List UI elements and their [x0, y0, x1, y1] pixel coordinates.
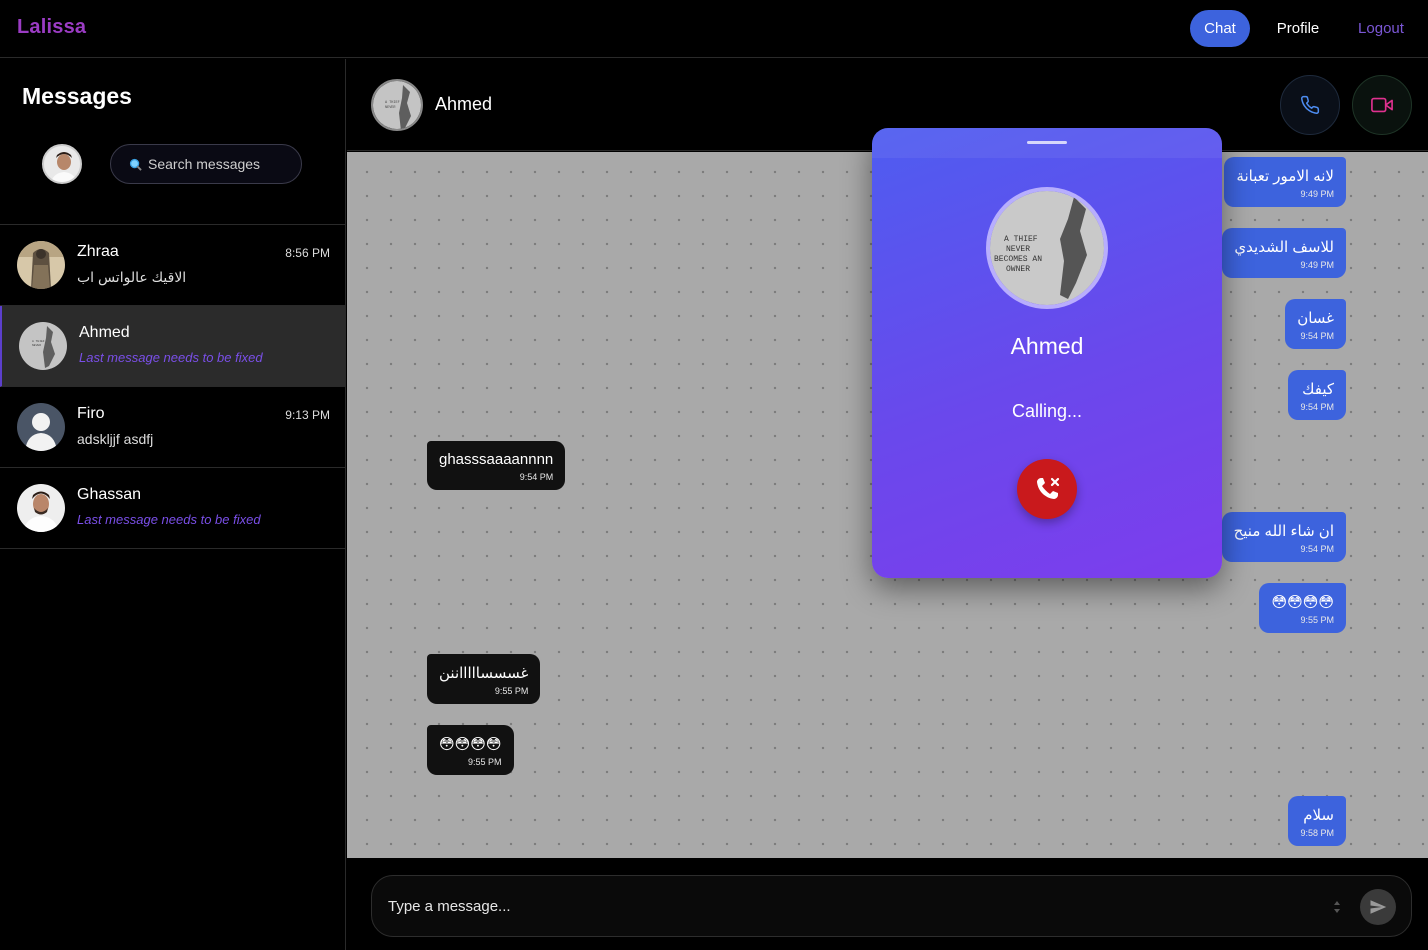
message-bubble-incoming: 😳😳😳😳 9:55 PM [427, 725, 514, 775]
svg-text:NEVER: NEVER [385, 106, 396, 110]
message-time: 9:54 PM [519, 472, 554, 482]
avatar-caption: A THIEF [1004, 235, 1038, 244]
sidebar: Messages Zhraa 8:56 PM الاقيك عال [0, 59, 346, 950]
message-text: غسان [1297, 310, 1334, 327]
nav-profile-link[interactable]: Profile [1270, 10, 1326, 47]
video-call-button[interactable] [1352, 75, 1412, 135]
message-time: 9:55 PM [468, 757, 502, 767]
contact-avatar: A THIEF NEVER [19, 322, 67, 370]
message-text: 😳😳😳😳 [439, 736, 502, 753]
message-time: 9:49 PM [1300, 260, 1334, 270]
search-input[interactable] [148, 156, 298, 172]
search-icon [129, 158, 142, 171]
message-bubble-outgoing: للاسف الشديدي 9:49 PM [1222, 228, 1346, 278]
message-text: سلام [1303, 807, 1334, 824]
message-text: غسسساااااننن [439, 665, 529, 682]
search-box[interactable] [110, 144, 302, 184]
message-bubble-outgoing: 😳😳😳😳 9:55 PM [1259, 583, 1346, 633]
svg-text:NEVER: NEVER [1006, 245, 1030, 254]
message-time: 9:55 PM [1300, 615, 1334, 625]
message-input[interactable] [388, 894, 1288, 918]
user-avatar[interactable] [42, 144, 82, 184]
message-bubble-incoming: ghasssaaaannnn 9:54 PM [427, 441, 566, 490]
end-call-button[interactable] [1017, 459, 1077, 519]
message-time: 9:58 PM [1300, 828, 1334, 838]
contact-name: Ghassan [77, 486, 142, 503]
contact-avatar [17, 241, 65, 289]
brand-logo[interactable]: Lalissa [17, 16, 86, 39]
resize-stepper-icon[interactable] [1332, 898, 1342, 916]
phone-hangup-icon [1037, 477, 1060, 499]
contact-time: 8:56 PM [285, 246, 330, 260]
svg-text:A THIEF: A THIEF [385, 101, 400, 105]
nav-chat-button[interactable]: Chat [1190, 10, 1250, 47]
contact-item-zhraa[interactable]: Zhraa 8:56 PM الاقيك عالواتس اب [0, 225, 346, 306]
message-text: ان شاء الله منيح [1233, 523, 1334, 540]
message-text: 😳😳😳😳 [1271, 594, 1334, 611]
message-time: 9:54 PM [1300, 544, 1334, 554]
contact-avatar [17, 484, 65, 532]
contact-last-message: الاقيك عالواتس اب [77, 269, 187, 285]
contact-name: Zhraa [77, 243, 119, 260]
phone-icon [1301, 95, 1320, 114]
message-bubble-outgoing: كيفك 9:54 PM [1288, 370, 1346, 420]
message-time: 9:54 PM [1300, 331, 1334, 341]
drag-handle[interactable] [1027, 141, 1067, 144]
top-nav: Lalissa Chat Profile Logout [0, 0, 1428, 58]
message-text: ghasssaaaannnn [439, 451, 554, 468]
voice-call-button[interactable] [1280, 75, 1340, 135]
contact-name: Ahmed [79, 324, 130, 341]
message-time: 9:49 PM [1300, 189, 1334, 199]
call-avatar: A THIEF NEVER BECOMES AN OWNER [986, 187, 1108, 309]
call-contact-name: Ahmed [1010, 333, 1084, 359]
chat-contact-name: Ahmed [435, 94, 493, 114]
message-text: للاسف الشديدي [1234, 239, 1334, 256]
nav-logout-link[interactable]: Logout [1352, 10, 1410, 47]
composer-bar [347, 858, 1428, 950]
sidebar-title: Messages [22, 83, 132, 109]
message-bubble-outgoing: ان شاء الله منيح 9:54 PM [1221, 512, 1346, 562]
svg-text:NEVER: NEVER [32, 344, 41, 347]
contact-last-message: Last message needs to be fixed [79, 350, 263, 365]
contact-item-ahmed[interactable]: A THIEF NEVER Ahmed Last message needs t… [0, 306, 346, 387]
contact-last-message: Last message needs to be fixed [77, 512, 261, 527]
message-time: 9:55 PM [494, 686, 529, 696]
message-composer [371, 875, 1412, 937]
message-time: 9:54 PM [1300, 402, 1334, 412]
message-text: لانه الامور تعبانة [1236, 168, 1334, 185]
contact-last-message: adskljjf asdfj [77, 431, 154, 447]
contact-item-ghassan[interactable]: Ghassan Last message needs to be fixed [0, 468, 346, 549]
svg-text:BECOMES AN: BECOMES AN [994, 255, 1042, 264]
message-text: كيفك [1302, 381, 1334, 398]
contact-time: 9:13 PM [285, 408, 330, 422]
message-bubble-incoming: غسسساااااننن 9:55 PM [427, 654, 541, 704]
message-bubble-outgoing: غسان 9:54 PM [1285, 299, 1346, 349]
message-bubble-outgoing: سلام 9:58 PM [1288, 796, 1346, 846]
chat-contact-avatar[interactable]: A THIEF NEVER [371, 79, 423, 131]
contact-name: Firo [77, 405, 105, 422]
message-bubble-outgoing: لانه الامور تعبانة 9:49 PM [1224, 157, 1346, 207]
video-camera-icon [1371, 97, 1393, 113]
svg-text:A THIEF: A THIEF [32, 340, 45, 343]
call-modal: A THIEF NEVER BECOMES AN OWNER Ahmed Cal… [872, 128, 1222, 578]
contact-item-firo[interactable]: Firo 9:13 PM adskljjf asdfj [0, 387, 346, 468]
call-status: Calling... [1011, 401, 1083, 421]
svg-text:OWNER: OWNER [1006, 265, 1030, 274]
send-icon [1370, 900, 1387, 914]
default-avatar-icon [17, 403, 65, 451]
send-button[interactable] [1360, 889, 1396, 925]
